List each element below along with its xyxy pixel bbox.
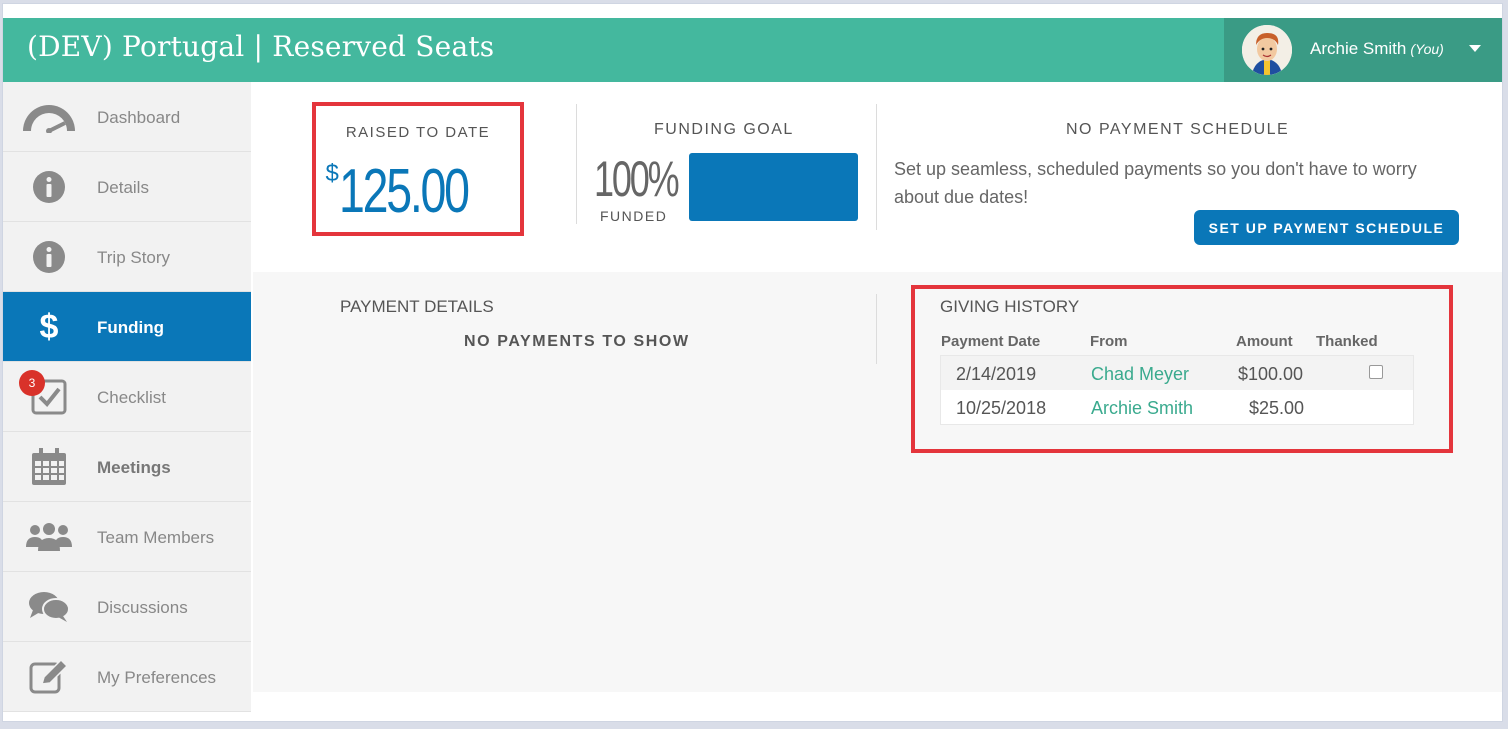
funded-percent: 100% (594, 151, 680, 207)
sidebar-item-details[interactable]: Details (3, 152, 251, 222)
thanked-checkbox[interactable] (1369, 365, 1383, 379)
sidebar-item-funding[interactable]: $ Funding (3, 292, 251, 362)
calendar-icon (21, 448, 77, 486)
sidebar-item-label: Trip Story (97, 248, 171, 267)
currency-symbol: $ (325, 160, 339, 187)
user-name-text: Archie Smith (1310, 39, 1407, 58)
payment-details-title: PAYMENT DETAILS (340, 297, 494, 316)
sidebar-item-dashboard[interactable]: Dashboard (3, 82, 251, 152)
giving-history-table: 2/14/2019 Chad Meyer $100.00 10/25/2018 … (940, 355, 1414, 425)
payment-date-cell: 2/14/2019 (956, 364, 1037, 384)
amount-cell: $100.00 (1238, 364, 1304, 384)
dollar-icon: $ (39, 307, 59, 346)
no-payments-message: NO PAYMENTS TO SHOW (464, 333, 690, 350)
sidebar-item-label: Team Members (97, 528, 215, 547)
funding-progress-fill (689, 153, 858, 221)
raised-amount: $125.00 (316, 156, 520, 227)
sidebar-item-meetings[interactable]: Meetings (3, 432, 251, 502)
column-header-from: From (1090, 333, 1128, 350)
chat-icon (21, 588, 77, 626)
sidebar-item-team-members[interactable]: Team Members (3, 502, 251, 572)
speedometer-icon (21, 98, 77, 136)
divider (876, 104, 877, 230)
sidebar-item-my-preferences[interactable]: My Preferences (3, 642, 251, 712)
set-up-payment-schedule-button[interactable]: SET UP PAYMENT SCHEDULE (1194, 210, 1459, 245)
top-header: (DEV) Portugal | Reserved Seats Archie S… (3, 18, 1502, 82)
sidebar-item-discussions[interactable]: Discussions (3, 572, 251, 642)
sidebar-item-label: Discussions (97, 598, 188, 617)
sidebar-item-label: Meetings (97, 458, 171, 477)
notification-badge: 3 (19, 370, 45, 396)
column-header-payment-date: Payment Date (941, 333, 1041, 350)
sidebar-item-label: Checklist (97, 388, 166, 407)
giving-history-title: GIVING HISTORY (940, 297, 1080, 316)
info-icon (21, 238, 77, 276)
funding-goal-label: FUNDING GOAL (654, 121, 794, 138)
column-header-thanked: Thanked (1316, 333, 1378, 350)
info-icon (21, 168, 77, 206)
funded-label: FUNDED (600, 208, 668, 224)
raised-to-date-card: RAISED TO DATE $125.00 (312, 102, 524, 236)
sidebar-item-trip-story[interactable]: Trip Story (3, 222, 251, 292)
donor-link[interactable]: Chad Meyer (1091, 364, 1189, 385)
raised-label: RAISED TO DATE (345, 124, 491, 141)
team-icon (21, 518, 77, 556)
avatar (1242, 25, 1292, 75)
user-name: Archie Smith (You) (1310, 39, 1444, 59)
chevron-down-icon (1469, 45, 1481, 52)
user-menu[interactable]: Archie Smith (You) (1224, 18, 1502, 82)
table-row: 10/25/2018 Archie Smith $25.00 (941, 390, 1413, 424)
page-title: (DEV) Portugal | Reserved Seats (27, 30, 495, 63)
sidebar-item-label: Details (97, 178, 149, 197)
sidebar-item-checklist[interactable]: 3 Checklist (3, 362, 251, 432)
divider (576, 104, 577, 224)
funding-progress-bar (689, 153, 858, 221)
raised-value: 125.00 (338, 157, 470, 226)
schedule-title: NO PAYMENT SCHEDULE (1066, 121, 1290, 138)
sidebar: Dashboard Details Trip Story $ Funding 3… (3, 82, 251, 712)
donor-link[interactable]: Archie Smith (1091, 398, 1193, 419)
sidebar-item-label: Funding (97, 318, 165, 337)
column-header-amount: Amount (1236, 333, 1293, 350)
edit-icon (21, 658, 77, 696)
amount-cell: $25.00 (1249, 398, 1305, 418)
divider (876, 294, 877, 364)
sidebar-item-label: Dashboard (97, 108, 181, 127)
sidebar-item-label: My Preferences (97, 668, 217, 687)
table-row: 2/14/2019 Chad Meyer $100.00 (941, 356, 1413, 390)
schedule-description: Set up seamless, scheduled payments so y… (894, 159, 1417, 207)
user-you-label: (You) (1410, 41, 1444, 57)
payment-date-cell: 10/25/2018 (956, 398, 1047, 418)
